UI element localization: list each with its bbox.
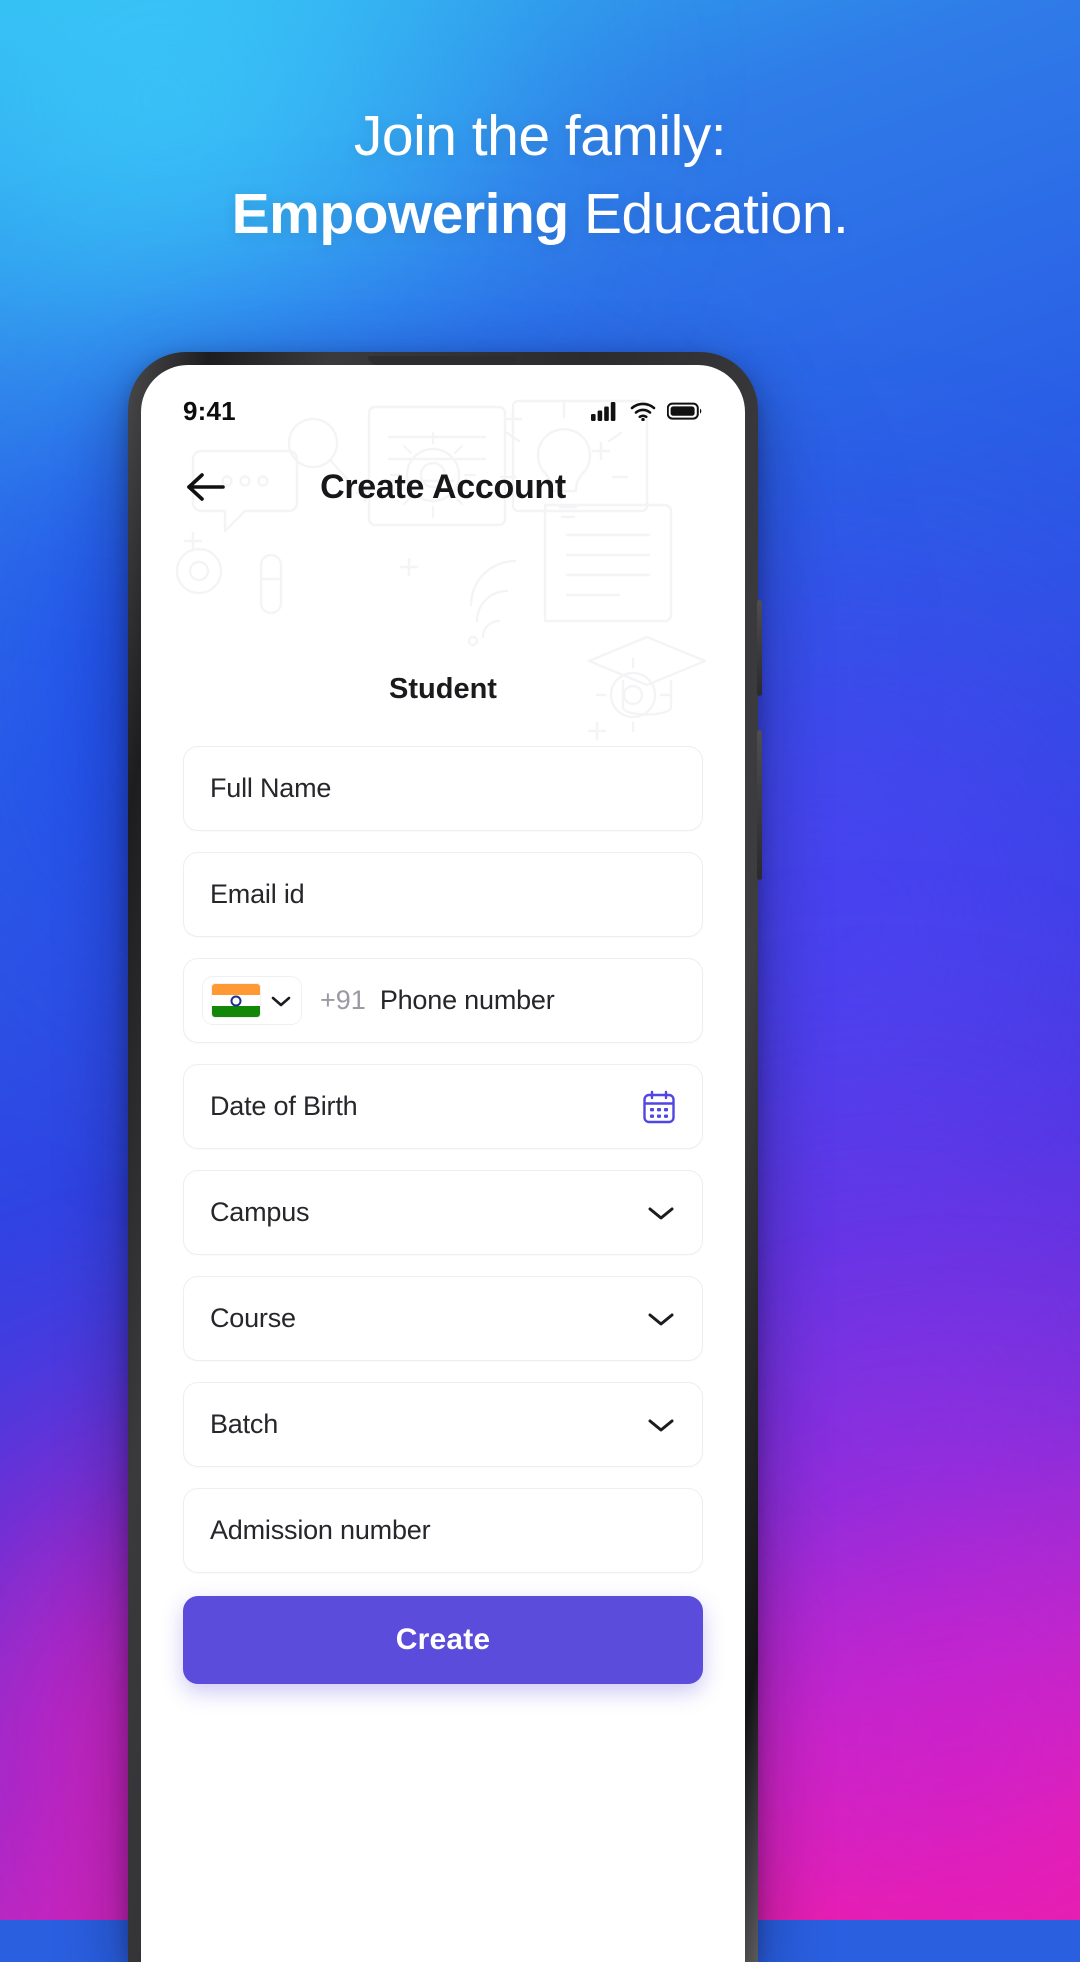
admission-number-label: Admission number [210,1515,431,1545]
course-field[interactable]: Course [183,1276,703,1361]
signup-form: Full Name Email id +91 Phone number Date… [141,746,745,1573]
phone-earpiece [368,356,518,365]
back-button[interactable] [179,460,233,514]
create-button[interactable]: Create [183,1596,703,1684]
arrow-left-icon [187,473,225,501]
signal-icon [591,402,616,421]
app-bar: Create Account [141,439,745,535]
page-title: Create Account [320,467,566,506]
chevron-down-icon[interactable] [646,1204,676,1222]
headline-emphasis: Empowering [231,181,570,246]
status-time: 9:41 [183,395,236,426]
phone-mockup: 9:41 Create Account Student Full Name Em… [128,352,762,1962]
wifi-icon [630,402,656,421]
date-of-birth-label: Date of Birth [210,1091,358,1121]
phone-volume-button [757,600,762,696]
chevron-down-icon [271,996,291,1006]
date-of-birth-field[interactable]: Date of Birth [183,1064,703,1149]
status-bar: 9:41 [141,365,745,439]
role-label: Student [389,673,497,705]
full-name-label: Full Name [210,773,332,803]
battery-icon [667,402,702,420]
campus-label: Campus [210,1197,310,1227]
dial-code: +91 [320,985,366,1015]
batch-label: Batch [210,1409,279,1439]
headline-line-1: Join the family: [353,104,727,168]
course-label: Course [210,1303,296,1333]
status-icons [591,401,703,421]
phone-number-field[interactable]: +91 Phone number [183,958,703,1043]
batch-field[interactable]: Batch [183,1382,703,1467]
create-button-label: Create [395,1623,491,1656]
email-id-field[interactable]: Email id [183,852,703,937]
country-code-selector[interactable] [202,976,302,1025]
admission-number-field[interactable]: Admission number [183,1488,703,1573]
calendar-icon[interactable] [642,1090,676,1124]
chevron-down-icon[interactable] [646,1416,676,1434]
chevron-down-icon[interactable] [646,1310,676,1328]
promo-headline: Join the family: Empowering Education. [0,102,1080,249]
full-name-field[interactable]: Full Name [183,746,703,831]
email-id-label: Email id [210,879,305,909]
india-flag-icon [212,984,260,1017]
phone-number-label: Phone number [379,985,555,1015]
phone-power-button [757,730,762,880]
phone-screen: 9:41 Create Account Student Full Name Em… [141,365,745,1962]
campus-field[interactable]: Campus [183,1170,703,1255]
headline-line-2: Empowering Education. [0,180,1080,250]
headline-line-2-rest: Education. [568,181,849,246]
